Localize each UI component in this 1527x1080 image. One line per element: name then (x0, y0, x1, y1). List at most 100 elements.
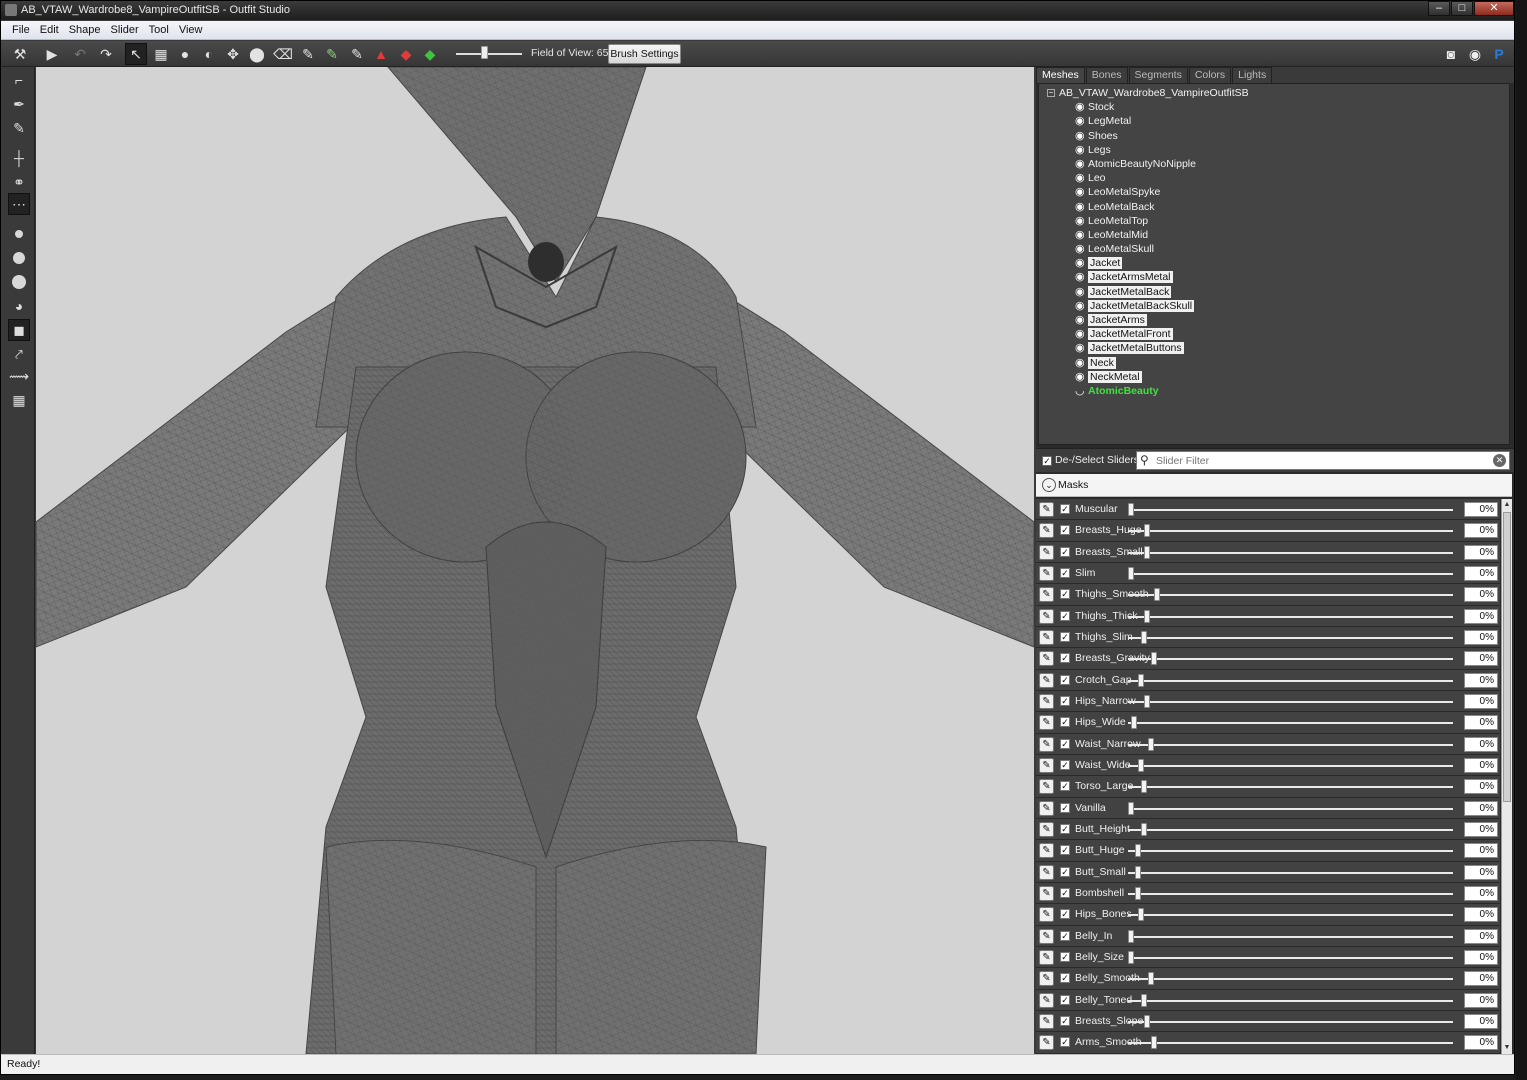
chevron-down-icon[interactable]: ⌄ (1042, 478, 1056, 492)
slider-value[interactable]: 0% (1464, 907, 1498, 923)
edit-slider-icon[interactable]: ✎ (1039, 523, 1054, 539)
slider-track[interactable] (1128, 807, 1453, 810)
slider-value[interactable]: 0% (1464, 757, 1498, 773)
slider-checkbox[interactable]: ✓ (1060, 610, 1070, 621)
slider-checkbox[interactable]: ✓ (1060, 695, 1070, 706)
3d-viewport[interactable] (36, 67, 1034, 1054)
edit-slider-icon[interactable]: ✎ (1039, 608, 1054, 624)
cube-icon[interactable]: ◼ (8, 319, 30, 341)
tree-item[interactable]: ◉ JacketMetalBackSkull (1039, 299, 1509, 313)
slider-thumb[interactable] (1147, 737, 1154, 751)
redo-icon[interactable]: ↷ (95, 43, 117, 65)
edit-slider-icon[interactable]: ✎ (1039, 587, 1054, 603)
slider-value[interactable]: 0% (1464, 523, 1498, 539)
tab-lights[interactable]: Lights (1232, 67, 1273, 83)
tab-bones[interactable]: Bones (1085, 67, 1128, 83)
eye-icon[interactable]: ◉ (1075, 327, 1085, 341)
slider-track[interactable] (1128, 828, 1453, 831)
slider-checkbox[interactable]: ✓ (1060, 1037, 1070, 1048)
transform-red-icon[interactable]: ▲ (370, 43, 392, 65)
tree-item[interactable]: ◉ NeckMetal (1039, 370, 1509, 384)
slider-thumb[interactable] (1141, 780, 1147, 794)
eye-icon[interactable]: ◉ (1075, 299, 1085, 313)
edit-slider-icon[interactable]: ✎ (1039, 800, 1054, 816)
slider-track[interactable] (1128, 509, 1453, 511)
slider-thumb[interactable] (1128, 929, 1134, 943)
mask-brush-icon[interactable]: ▦ (150, 43, 172, 65)
slider-checkbox[interactable]: ✓ (1060, 631, 1070, 642)
slider-value[interactable]: 0% (1464, 715, 1498, 731)
alpha-brush-icon[interactable]: ✎ (346, 43, 368, 65)
symmetry-icon[interactable]: ┼ (8, 147, 30, 169)
collapse-icon[interactable]: − (1047, 89, 1055, 97)
tree-item[interactable]: ◉ Neck (1039, 356, 1509, 370)
vertex-red-icon[interactable]: ◆ (395, 43, 417, 65)
slider-thumb[interactable] (1144, 694, 1151, 708)
slider-value[interactable]: 0% (1464, 928, 1498, 944)
eye-icon[interactable]: ◉ (1075, 341, 1085, 355)
edit-slider-icon[interactable]: ✎ (1039, 864, 1054, 880)
eye-icon[interactable]: ◉ (1075, 100, 1085, 114)
tree-item[interactable]: ◉ JacketMetalFront (1039, 327, 1509, 341)
slider-checkbox[interactable]: ✓ (1060, 589, 1070, 600)
edit-slider-icon[interactable]: ✎ (1039, 971, 1054, 987)
menu-shape[interactable]: Shape (64, 24, 106, 36)
discord-icon[interactable]: ◙ (1442, 45, 1460, 63)
undiff-brush-icon[interactable]: ⌫ (272, 43, 294, 65)
clear-icon[interactable]: ✕ (1493, 454, 1506, 467)
slider-thumb[interactable] (1144, 545, 1151, 559)
deflate-brush-icon[interactable]: ◐ (198, 43, 220, 65)
slider-value[interactable]: 0% (1464, 629, 1498, 645)
slider-checkbox[interactable]: ✓ (1060, 674, 1070, 685)
slider-track[interactable] (1128, 658, 1453, 661)
eye-icon[interactable]: ◉ (1075, 157, 1085, 171)
github-icon[interactable]: ◉ (1466, 45, 1484, 63)
slider-value[interactable]: 0% (1464, 864, 1498, 880)
connect-icon[interactable]: ⚭ (8, 171, 30, 193)
slider-value[interactable]: 0% (1464, 885, 1498, 901)
edit-slider-icon[interactable]: ✎ (1039, 544, 1054, 560)
brush-size-large-icon[interactable] (8, 271, 30, 293)
inflate-brush-icon[interactable]: ● (174, 43, 196, 65)
tree-item[interactable]: ◉ Jacket (1039, 256, 1509, 270)
slider-scrollbar[interactable]: ▲ ▼ (1501, 499, 1512, 1054)
slider-value[interactable]: 0% (1464, 544, 1498, 560)
slider-thumb[interactable] (1154, 588, 1160, 602)
tab-colors[interactable]: Colors (1188, 67, 1232, 83)
slider-thumb[interactable] (1144, 524, 1151, 538)
slider-thumb[interactable] (1137, 758, 1144, 772)
eye-icon[interactable]: ◉ (1075, 313, 1085, 327)
slider-thumb[interactable] (1137, 673, 1144, 687)
maximize-button[interactable]: □ (1451, 1, 1473, 16)
tree-item[interactable]: ◉ Leo (1039, 171, 1509, 185)
slider-value[interactable]: 0% (1464, 949, 1498, 965)
slider-checkbox[interactable]: ✓ (1060, 546, 1070, 557)
slider-value[interactable]: 0% (1464, 1013, 1498, 1029)
slider-track[interactable] (1128, 530, 1453, 533)
slider-checkbox[interactable]: ✓ (1060, 909, 1070, 920)
smooth-brush-icon[interactable]: ⬤ (246, 43, 268, 65)
slider-track[interactable] (1128, 615, 1453, 618)
tree-item[interactable]: ◉ Stock (1039, 100, 1509, 114)
tree-item[interactable]: ◡ AtomicBeauty (1039, 384, 1509, 398)
slider-checkbox[interactable]: ✓ (1060, 1015, 1070, 1026)
slider-track[interactable] (1128, 999, 1453, 1002)
slider-track[interactable] (1128, 636, 1453, 639)
points-icon[interactable]: ⋯ (8, 193, 30, 215)
bodyslide-icon[interactable]: ▶ (41, 43, 63, 65)
slider-track[interactable] (1128, 786, 1453, 789)
slider-value[interactable]: 0% (1464, 608, 1498, 624)
deselect-sliders-checkbox[interactable]: ✓ De-/Select Sliders (1042, 454, 1139, 466)
fov-slider-thumb[interactable] (481, 46, 488, 59)
scroll-down-icon[interactable]: ▼ (1502, 1042, 1512, 1054)
slider-track[interactable] (1128, 892, 1453, 895)
slider-checkbox[interactable]: ✓ (1060, 717, 1070, 728)
eye-icon[interactable]: ◉ (1075, 200, 1085, 214)
slider-checkbox[interactable]: ✓ (1060, 653, 1070, 664)
edit-slider-icon[interactable]: ✎ (1039, 502, 1054, 517)
slider-checkbox[interactable]: ✓ (1060, 951, 1070, 962)
slider-thumb[interactable] (1134, 865, 1141, 879)
slider-value[interactable]: 0% (1464, 736, 1498, 752)
slider-value[interactable]: 0% (1464, 800, 1498, 816)
eye-icon[interactable]: ◉ (1075, 228, 1085, 242)
